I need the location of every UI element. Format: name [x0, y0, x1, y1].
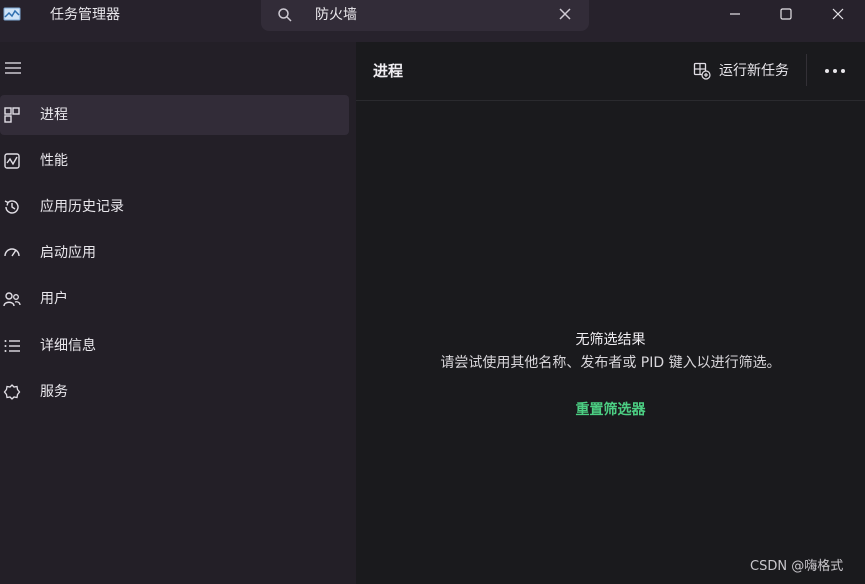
sidebar-item-label: 应用历史记录 [40, 199, 124, 215]
sidebar-item-app-history[interactable]: 应用历史记录 [0, 187, 349, 227]
empty-state-title: 无筛选结果 [575, 332, 646, 348]
services-icon [3, 383, 21, 401]
run-new-task-label: 运行新任务 [719, 63, 789, 79]
run-task-icon [693, 62, 711, 80]
startup-icon [3, 244, 21, 262]
minimize-icon [729, 5, 741, 24]
processes-icon [3, 106, 21, 124]
sidebar-item-label: 进程 [40, 107, 68, 123]
sidebar-item-label: 用户 [40, 291, 68, 307]
reset-filter-link[interactable]: 重置筛选器 [356, 400, 865, 420]
watermark: CSDN @嗨格式 [750, 559, 844, 574]
minimize-button[interactable] [712, 0, 758, 28]
sidebar-item-performance[interactable]: 性能 [0, 141, 349, 181]
search-icon [277, 7, 293, 23]
clear-search-icon[interactable] [557, 6, 573, 22]
maximize-icon [780, 5, 792, 24]
app-title: 任务管理器 [50, 7, 120, 23]
sidebar-item-label: 详细信息 [40, 338, 96, 354]
hamburger-icon[interactable] [4, 60, 24, 76]
sidebar-item-startup-apps[interactable]: 启动应用 [0, 233, 349, 273]
sidebar-item-processes[interactable]: 进程 [0, 95, 349, 135]
page-title: 进程 [373, 62, 404, 80]
close-window-button[interactable] [815, 0, 861, 28]
maximize-button[interactable] [763, 0, 809, 28]
performance-icon [3, 152, 21, 170]
more-icon[interactable] [822, 60, 848, 82]
sidebar-item-details[interactable]: 详细信息 [0, 326, 349, 366]
run-new-task-button[interactable]: 运行新任务 [693, 59, 789, 83]
sidebar: 进程 性能 应用历史记录 启动应用 用户 详细信息 服务 [0, 42, 356, 584]
main-header: 进程 运行新任务 [356, 42, 865, 101]
sidebar-item-label: 启动应用 [40, 245, 96, 261]
search-input[interactable]: 防火墙 [315, 5, 357, 25]
title-bar: 任务管理器 防火墙 [0, 0, 865, 42]
sidebar-item-label: 服务 [40, 384, 68, 400]
task-manager-icon [3, 6, 21, 22]
main-panel: 进程 运行新任务 无筛选结果 请尝试使用其他名称、发布者或 PID 键入以进行筛… [356, 42, 865, 584]
sidebar-item-users[interactable]: 用户 [0, 279, 349, 319]
details-icon [3, 337, 21, 355]
history-icon [3, 198, 21, 216]
sidebar-item-label: 性能 [40, 153, 68, 169]
header-divider [806, 54, 807, 86]
sidebar-item-services[interactable]: 服务 [0, 372, 349, 412]
empty-state-description: 请尝试使用其他名称、发布者或 PID 键入以进行筛选。 [440, 355, 781, 371]
close-icon [832, 5, 844, 24]
search-box[interactable]: 防火墙 [261, 0, 589, 31]
users-icon [3, 290, 21, 308]
